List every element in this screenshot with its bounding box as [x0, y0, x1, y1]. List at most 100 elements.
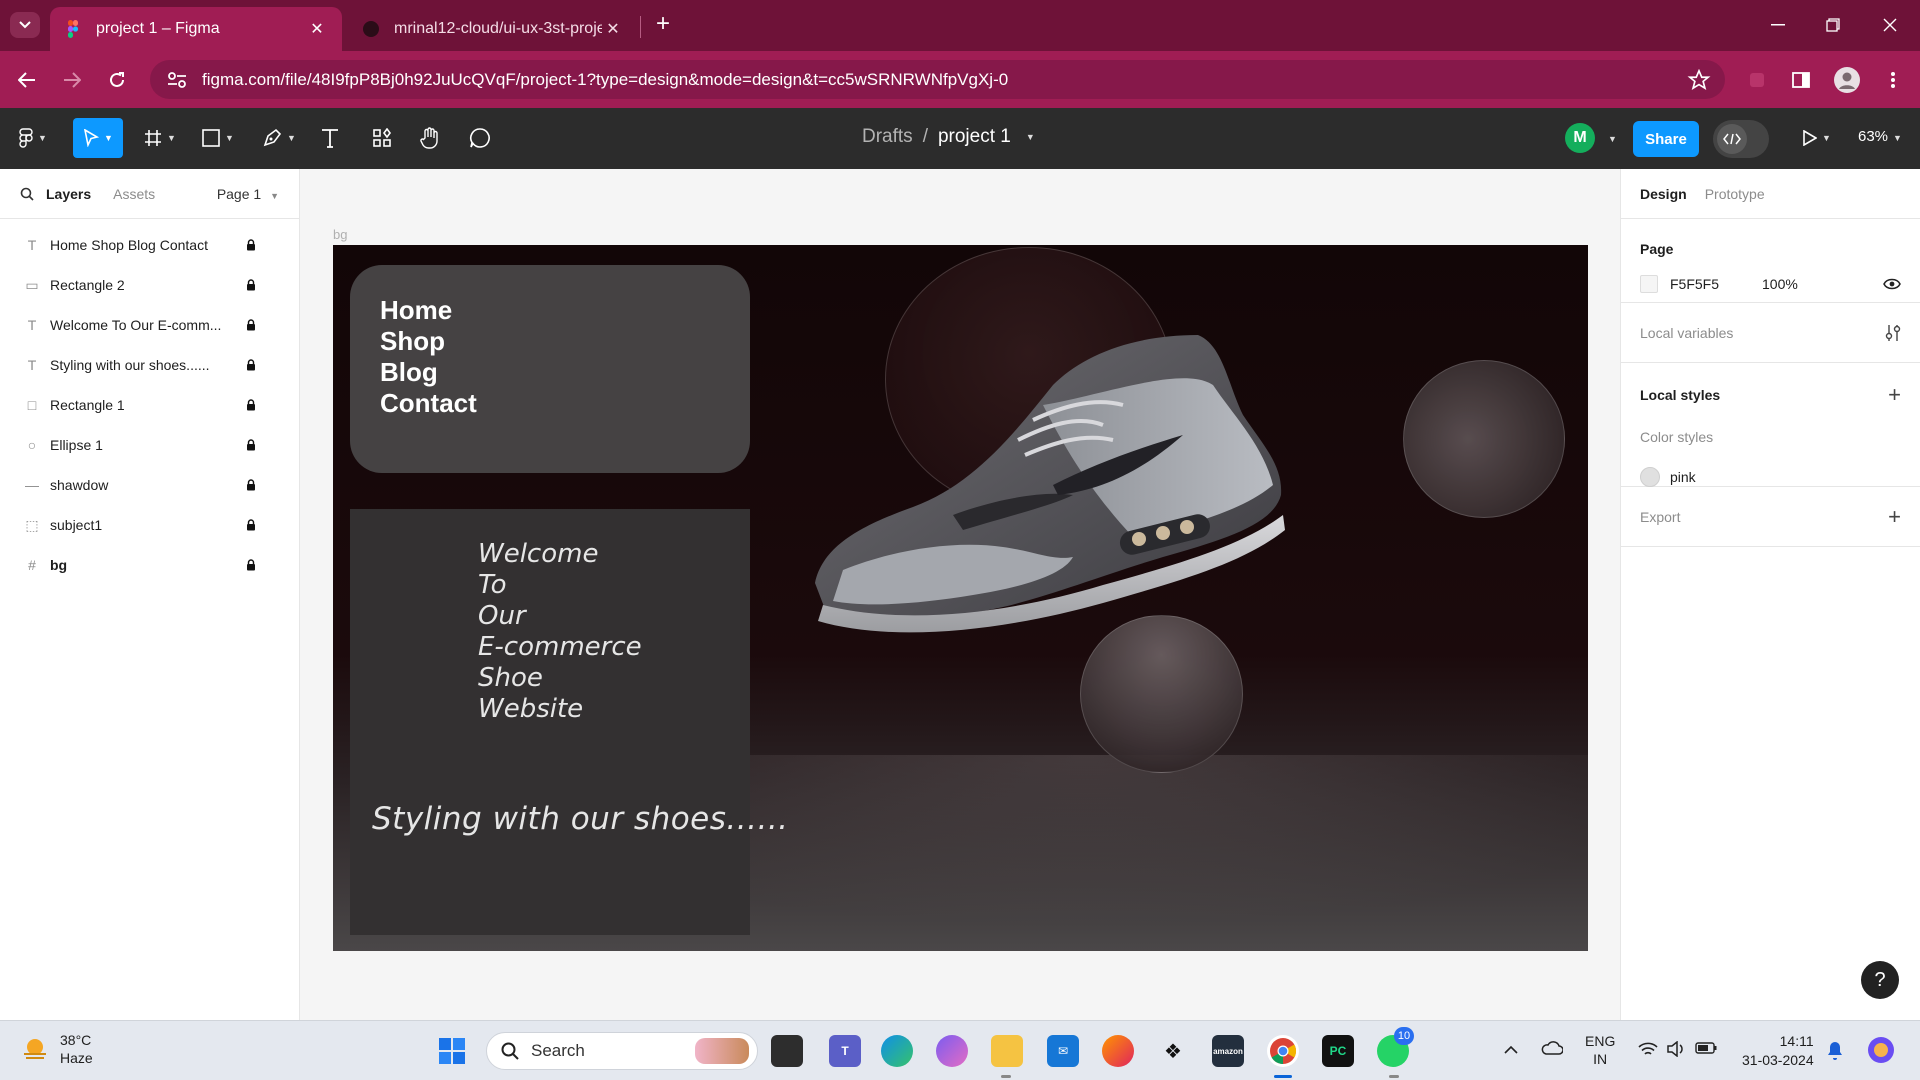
start-button[interactable]: [436, 1035, 468, 1067]
nav-card[interactable]: Home Shop Blog Contact: [350, 265, 750, 473]
file-explorer-icon[interactable]: [991, 1035, 1023, 1067]
teams-icon[interactable]: T: [829, 1035, 861, 1067]
mail-icon[interactable]: ✉: [1047, 1035, 1079, 1067]
taskbar-search[interactable]: Search: [486, 1032, 758, 1070]
restore-button[interactable]: [1813, 10, 1853, 40]
help-button[interactable]: ?: [1861, 961, 1899, 999]
eye-icon[interactable]: [1883, 278, 1901, 290]
frame-tool[interactable]: ▼: [140, 118, 180, 158]
design-canvas[interactable]: bg Home Shop Blog Contact Welcome To Our…: [300, 169, 1620, 1020]
glass-circle-right[interactable]: [1403, 360, 1565, 518]
dropbox-icon[interactable]: ❖: [1157, 1035, 1189, 1067]
extension-button[interactable]: [1742, 65, 1772, 95]
add-export-plus-icon[interactable]: +: [1888, 505, 1901, 527]
bg-frame[interactable]: Home Shop Blog Contact Welcome To Our E-…: [333, 245, 1588, 951]
onedrive-icon[interactable]: [1541, 1041, 1564, 1058]
url-field[interactable]: figma.com/file/48I9fpP8Bj0h92JuUcQVqF/pr…: [150, 60, 1725, 99]
layer-row[interactable]: T Styling with our shoes......: [0, 345, 299, 385]
tab-prototype[interactable]: Prototype: [1705, 186, 1765, 202]
tab-github[interactable]: mrinal12-cloud/ui-ux-3st-proje ✕: [348, 7, 638, 51]
minimize-button[interactable]: [1758, 10, 1798, 40]
notifications-bell-icon[interactable]: [1826, 1041, 1844, 1064]
layer-row[interactable]: ○ Ellipse 1: [0, 425, 299, 465]
user-avatar[interactable]: M: [1565, 123, 1595, 153]
copilot-icon[interactable]: [936, 1035, 968, 1067]
chevron-down-icon[interactable]: ▼: [1026, 132, 1035, 142]
lock-icon[interactable]: [245, 559, 257, 571]
lock-icon[interactable]: [245, 439, 257, 451]
volume-icon[interactable]: [1666, 1040, 1686, 1060]
tab-search-button[interactable]: [10, 12, 40, 38]
lock-icon[interactable]: [245, 519, 257, 531]
chevron-down-icon[interactable]: ▼: [1608, 134, 1617, 144]
back-button[interactable]: [12, 65, 42, 95]
page-color-row[interactable]: F5F5F5 100%: [1640, 275, 1901, 293]
breadcrumb-drafts[interactable]: Drafts: [862, 126, 913, 148]
present-button[interactable]: ▼: [1797, 118, 1837, 158]
tab-assets[interactable]: Assets: [113, 186, 155, 202]
tab-figma[interactable]: project 1 – Figma ✕: [50, 7, 342, 51]
tab-layers[interactable]: Layers: [46, 186, 91, 202]
dev-mode-toggle[interactable]: [1713, 120, 1769, 158]
system-clock[interactable]: 14:11 31-03-2024: [1742, 1032, 1814, 1070]
new-tab-button[interactable]: +: [650, 12, 676, 38]
profile-avatar[interactable]: [1832, 65, 1862, 95]
layer-row[interactable]: ⬚ subject1: [0, 505, 299, 545]
comment-tool[interactable]: [468, 118, 492, 158]
page-selector[interactable]: Page 1 ▼: [217, 186, 279, 202]
battery-icon[interactable]: [1695, 1041, 1717, 1057]
lock-icon[interactable]: [245, 479, 257, 491]
bookmark-star-icon[interactable]: [1687, 68, 1711, 91]
layer-row[interactable]: T Home Shop Blog Contact: [0, 225, 299, 265]
pen-tool[interactable]: ▼: [258, 118, 300, 158]
welcome-card[interactable]: Welcome To Our E-commerce Shoe Website S…: [350, 509, 788, 935]
layer-row[interactable]: T Welcome To Our E-comm...: [0, 305, 299, 345]
language-indicator[interactable]: ENG IN: [1585, 1032, 1615, 1068]
add-style-plus-icon[interactable]: +: [1888, 384, 1901, 406]
task-view-icon[interactable]: [771, 1035, 803, 1067]
lock-icon[interactable]: [245, 239, 257, 251]
reload-button[interactable]: [102, 65, 132, 95]
close-window-button[interactable]: [1870, 10, 1910, 40]
page-color-swatch[interactable]: [1640, 275, 1658, 293]
close-tab-icon[interactable]: ✕: [306, 19, 328, 39]
main-menu-button[interactable]: ▼: [14, 118, 52, 158]
hand-tool[interactable]: [418, 118, 442, 158]
sneaker-image[interactable]: [803, 325, 1303, 655]
lock-icon[interactable]: [245, 319, 257, 331]
lock-icon[interactable]: [245, 279, 257, 291]
layer-row[interactable]: ▭ Rectangle 2: [0, 265, 299, 305]
edge-icon[interactable]: [881, 1035, 913, 1067]
copilot-tray-icon[interactable]: [1866, 1035, 1896, 1068]
layer-row[interactable]: □ Rectangle 1: [0, 385, 299, 425]
wifi-icon[interactable]: [1638, 1041, 1658, 1060]
weather-widget[interactable]: 38°C Haze: [20, 1031, 93, 1067]
layer-row[interactable]: # bg: [0, 545, 299, 585]
move-tool[interactable]: ▼: [73, 118, 123, 158]
browser-menu-button[interactable]: [1878, 65, 1908, 95]
forward-button[interactable]: [57, 65, 87, 95]
page-color-hex[interactable]: F5F5F5: [1670, 276, 1762, 292]
tab-design[interactable]: Design: [1640, 186, 1687, 202]
file-name[interactable]: project 1: [938, 126, 1011, 148]
export-row[interactable]: Export +: [1621, 487, 1920, 547]
local-variables-row[interactable]: Local variables: [1621, 303, 1920, 363]
frame-label[interactable]: bg: [333, 227, 347, 242]
page-opacity[interactable]: 100%: [1762, 276, 1798, 292]
color-style-item[interactable]: pink: [1640, 467, 1901, 487]
amazon-icon[interactable]: amazon: [1212, 1035, 1244, 1067]
show-hidden-icons[interactable]: [1504, 1041, 1518, 1057]
shape-tool[interactable]: ▼: [198, 118, 238, 158]
text-tool[interactable]: [318, 118, 342, 158]
side-panel-button[interactable]: [1786, 65, 1816, 95]
glass-circle-bottom[interactable]: [1080, 615, 1243, 773]
lock-icon[interactable]: [245, 359, 257, 371]
layer-row[interactable]: — shawdow: [0, 465, 299, 505]
variables-sliders-icon[interactable]: [1885, 324, 1901, 342]
search-icon[interactable]: [20, 187, 34, 201]
pycharm-icon[interactable]: PC: [1322, 1035, 1354, 1067]
share-button[interactable]: Share: [1633, 121, 1699, 157]
site-settings-icon[interactable]: [166, 69, 188, 91]
close-tab-icon[interactable]: ✕: [602, 19, 624, 39]
chrome-icon[interactable]: [1267, 1035, 1299, 1067]
